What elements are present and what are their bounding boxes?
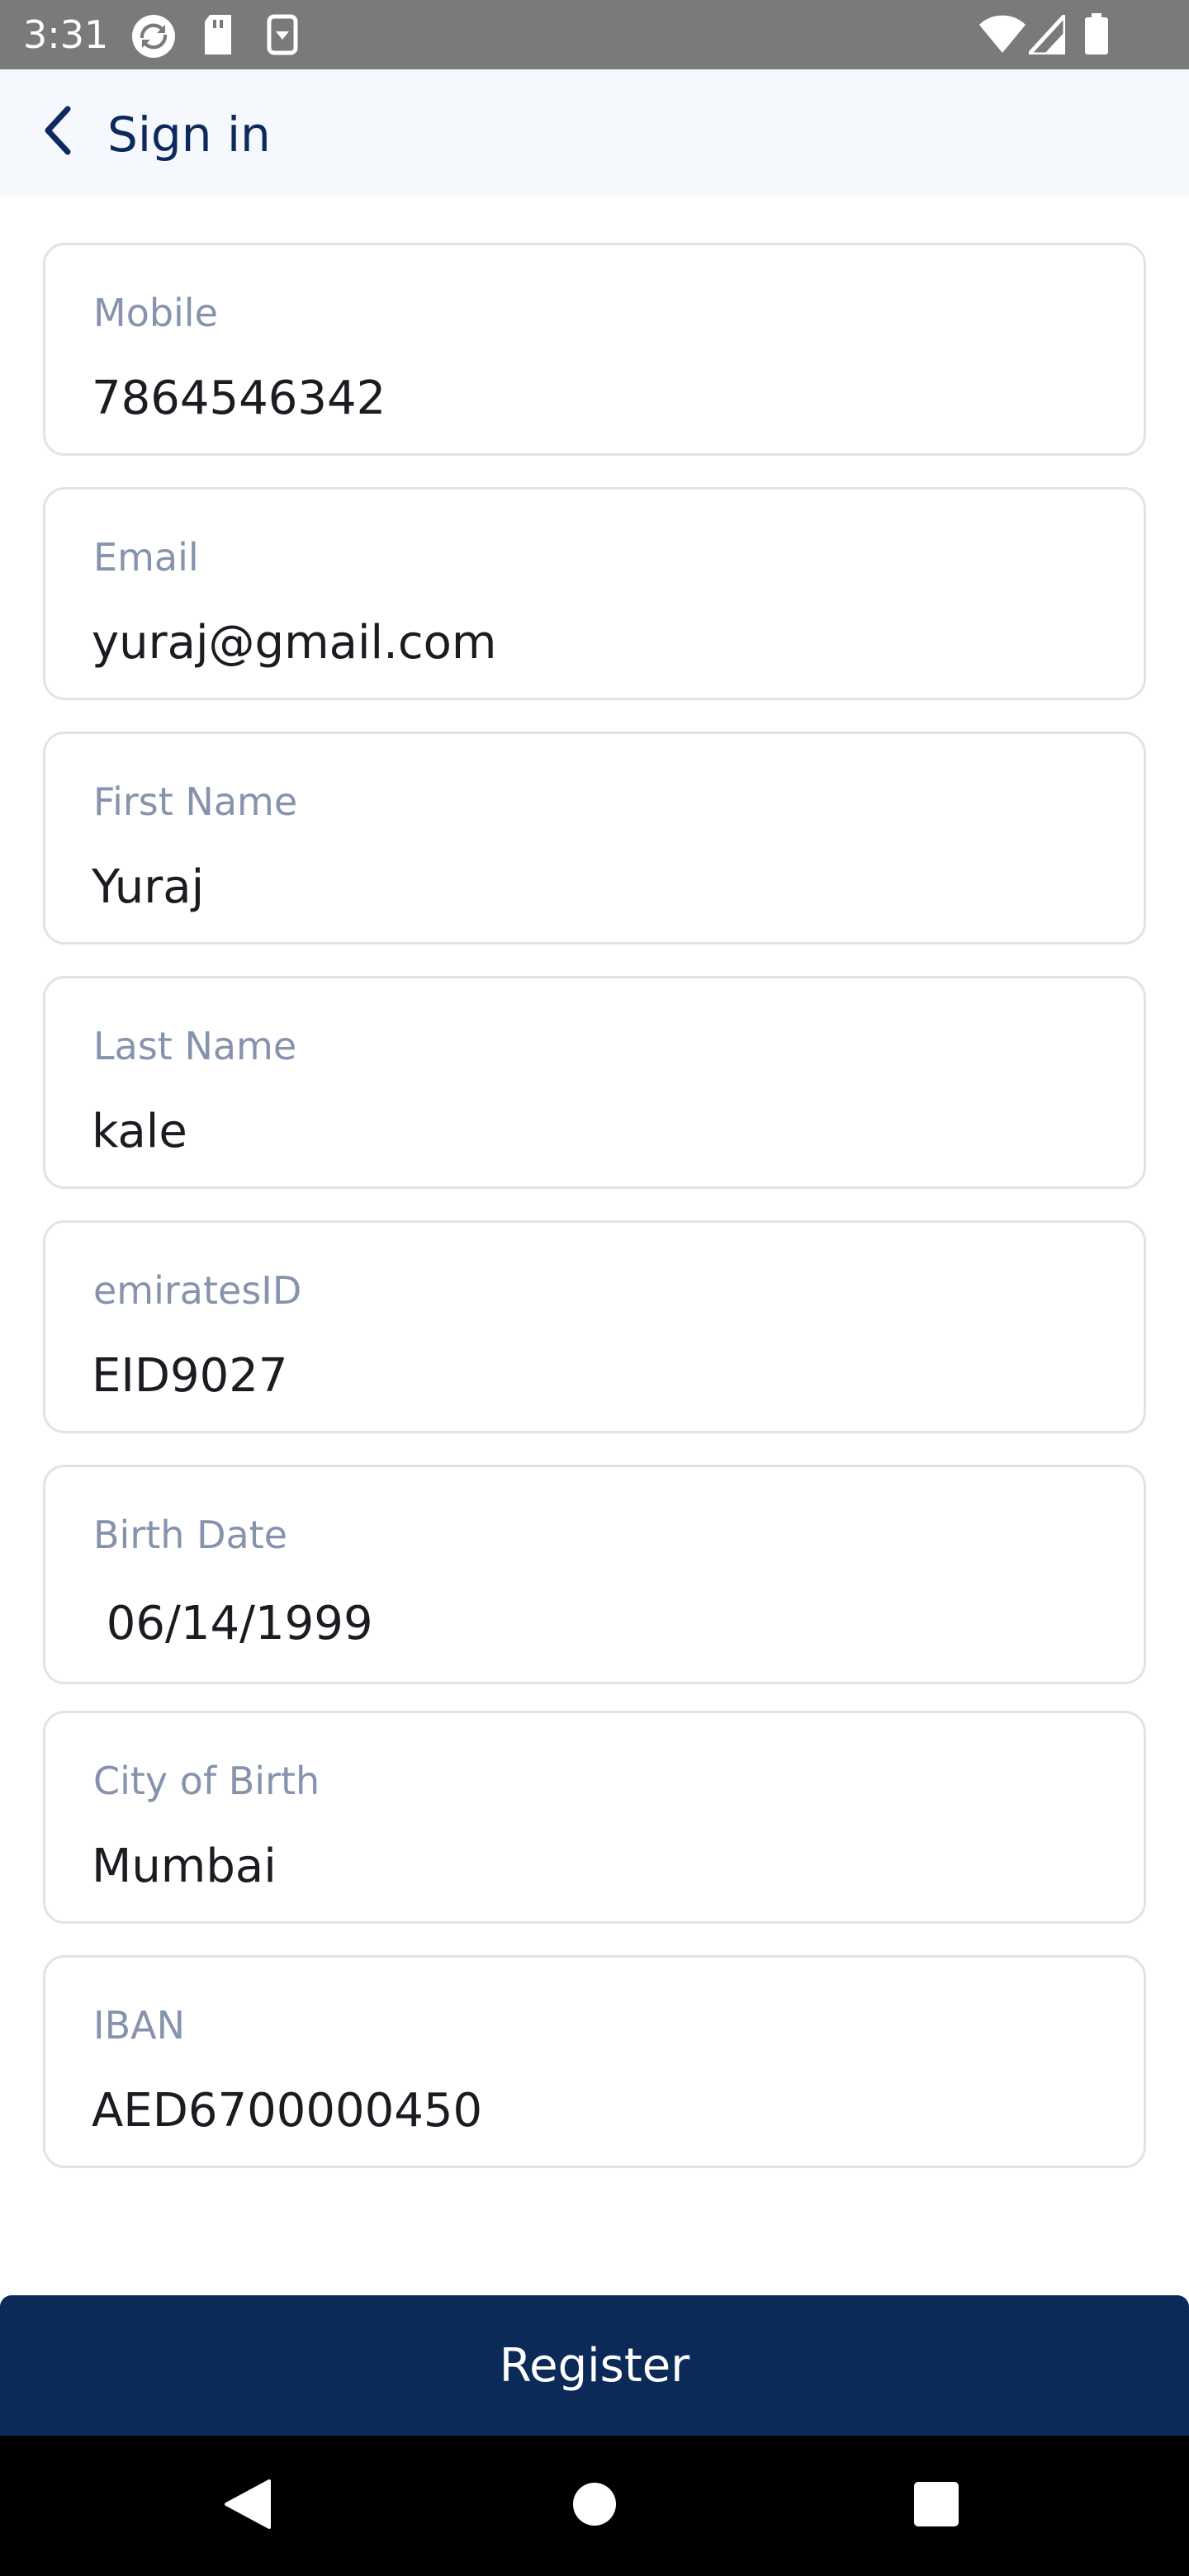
sd-card-icon xyxy=(201,13,234,60)
home-circle-icon xyxy=(571,2481,618,2531)
signal-icon xyxy=(1024,9,1068,59)
recents-square-icon xyxy=(914,2481,959,2531)
status-bar: 3:31 xyxy=(0,0,1189,69)
first-name-input[interactable] xyxy=(92,858,1082,916)
field-label: IBAN xyxy=(93,2003,186,2048)
field-label: First Name xyxy=(93,779,298,824)
battery-icon xyxy=(1085,13,1108,59)
chevron-left-icon xyxy=(38,104,78,161)
city-of-birth-input[interactable] xyxy=(92,1837,1082,1895)
nav-home-button[interactable] xyxy=(512,2436,677,2576)
wifi-icon xyxy=(979,15,1026,59)
page-title: Sign in xyxy=(107,107,271,163)
field-label: Birth Date xyxy=(93,1513,288,1557)
last-name-field[interactable]: Last Name xyxy=(43,976,1146,1189)
emirates-id-input[interactable] xyxy=(92,1347,1082,1404)
iban-input[interactable] xyxy=(92,2081,1082,2139)
nav-back-button[interactable] xyxy=(165,2436,330,2576)
email-input[interactable] xyxy=(92,613,1082,671)
birth-date-field[interactable]: Birth Date xyxy=(43,1465,1146,1684)
mobile-input[interactable] xyxy=(92,369,1082,427)
download-icon xyxy=(266,13,299,60)
first-name-field[interactable]: First Name xyxy=(43,732,1146,945)
emirates-id-field[interactable]: emiratesID xyxy=(43,1220,1146,1433)
birth-date-input[interactable] xyxy=(92,1594,1082,1652)
sync-icon xyxy=(130,13,177,64)
nav-recents-button[interactable] xyxy=(854,2436,1019,2576)
last-name-input[interactable] xyxy=(92,1102,1082,1160)
register-button[interactable]: Register xyxy=(0,2295,1189,2436)
back-triangle-icon xyxy=(223,2478,272,2535)
email-field[interactable]: Email xyxy=(43,487,1146,700)
app-bar: Sign in xyxy=(0,69,1189,197)
iban-field[interactable]: IBAN xyxy=(43,1955,1146,2168)
system-nav-bar xyxy=(0,2436,1189,2576)
mobile-field[interactable]: Mobile xyxy=(43,243,1146,456)
field-label: Email xyxy=(93,535,199,580)
status-time: 3:31 xyxy=(23,12,109,57)
field-label: emiratesID xyxy=(93,1268,302,1313)
field-label: City of Birth xyxy=(93,1759,320,1803)
city-of-birth-field[interactable]: City of Birth xyxy=(43,1711,1146,1924)
registration-form: Mobile Email First Name Last Name emirat… xyxy=(43,243,1146,2200)
field-label: Last Name xyxy=(93,1024,297,1068)
back-button[interactable] xyxy=(25,99,91,165)
field-label: Mobile xyxy=(93,291,218,335)
